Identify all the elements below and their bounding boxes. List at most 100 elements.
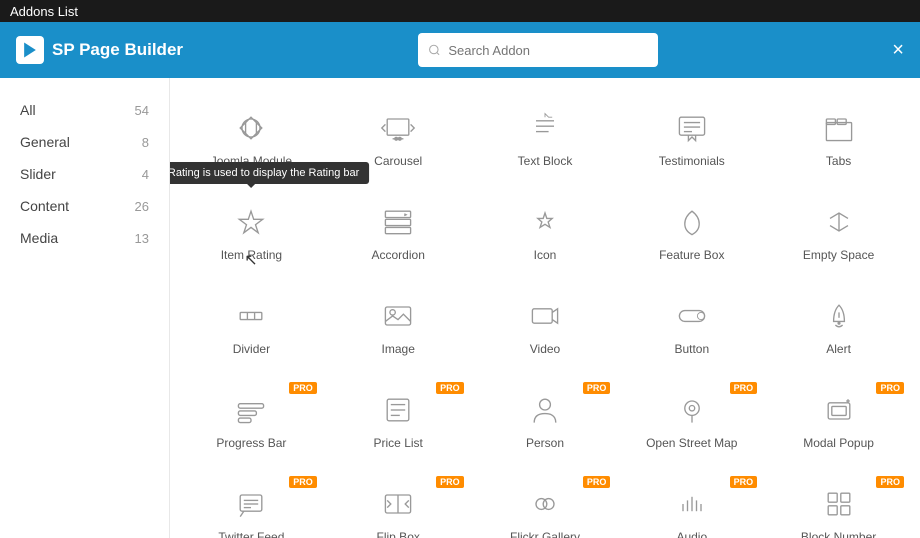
logo-area: SP Page Builder: [16, 36, 183, 64]
logo-icon: [16, 36, 44, 64]
addon-modal-popup-label: Modal Popup: [803, 436, 874, 452]
addon-video-label: Video: [530, 342, 560, 358]
addon-tabs-label: Tabs: [826, 154, 851, 170]
addon-icon[interactable]: Icon: [474, 188, 617, 278]
text-block-icon: [525, 108, 565, 148]
logo-text: SP Page Builder: [52, 40, 183, 60]
addon-block-number[interactable]: PRO Block Number: [767, 470, 910, 538]
tabs-icon: [819, 108, 859, 148]
addon-image-label: Image: [382, 342, 415, 358]
block-number-icon: [819, 484, 859, 524]
search-box[interactable]: [418, 33, 658, 67]
addon-text-block[interactable]: Text Block: [474, 94, 617, 184]
pro-badge: PRO: [436, 476, 464, 488]
pro-badge: PRO: [583, 476, 611, 488]
addon-divider-label: Divider: [233, 342, 270, 358]
joomla-module-icon: [231, 108, 271, 148]
addon-item-rating[interactable]: Item Rating is used to display the Ratin…: [180, 188, 323, 278]
carousel-icon: [378, 108, 418, 148]
addon-flip-box-label: Flip Box: [377, 530, 420, 538]
addon-flickr-gallery-label: Flickr Gallery: [510, 530, 580, 538]
pro-badge: PRO: [289, 476, 317, 488]
item-rating-icon: [231, 202, 271, 242]
addon-progress-bar[interactable]: PRO Progress Bar: [180, 376, 323, 466]
addon-button[interactable]: Button: [620, 282, 763, 372]
addon-twitter-feed-label: Twitter Feed: [218, 530, 284, 538]
empty-space-icon: [819, 202, 859, 242]
sidebar-item-all[interactable]: All 54: [0, 94, 169, 126]
price-list-icon: [378, 390, 418, 430]
flickr-gallery-icon: [525, 484, 565, 524]
sidebar-item-slider[interactable]: Slider 4: [0, 158, 169, 190]
person-icon: [525, 390, 565, 430]
addon-empty-space-label: Empty Space: [803, 248, 874, 264]
addon-flip-box[interactable]: PRO Flip Box: [327, 470, 470, 538]
pro-badge: PRO: [876, 476, 904, 488]
addon-audio[interactable]: PRO Audio: [620, 470, 763, 538]
sidebar-item-general[interactable]: General 8: [0, 126, 169, 158]
addon-carousel-label: Carousel: [374, 154, 422, 170]
sidebar-item-media[interactable]: Media 13: [0, 222, 169, 254]
modal-header: SP Page Builder ×: [0, 22, 920, 78]
feature-box-icon: [672, 202, 712, 242]
pro-badge: PRO: [730, 382, 758, 394]
addon-accordion-label: Accordion: [372, 248, 425, 264]
image-icon: [378, 296, 418, 336]
addon-block-number-label: Block Number: [801, 530, 876, 538]
pro-badge: PRO: [876, 382, 904, 394]
addon-text-block-label: Text Block: [518, 154, 573, 170]
pro-badge: PRO: [436, 382, 464, 394]
addon-price-list[interactable]: PRO Price List: [327, 376, 470, 466]
modal: SP Page Builder × All 54 General 8 Slide…: [0, 22, 920, 538]
addon-testimonials-label: Testimonials: [659, 154, 725, 170]
close-button[interactable]: ×: [892, 40, 904, 60]
addon-progress-bar-label: Progress Bar: [216, 436, 286, 452]
item-rating-tooltip: Item Rating is used to display the Ratin…: [170, 162, 369, 184]
flip-box-icon: [378, 484, 418, 524]
addon-price-list-label: Price List: [374, 436, 423, 452]
sp-logo-icon: [20, 40, 40, 60]
progress-bar-icon: [231, 390, 271, 430]
addon-feature-box[interactable]: Feature Box: [620, 188, 763, 278]
sidebar: All 54 General 8 Slider 4 Content 26 Med…: [0, 78, 170, 538]
addon-flickr-gallery[interactable]: PRO Flickr Gallery: [474, 470, 617, 538]
addon-tabs[interactable]: Tabs: [767, 94, 910, 184]
addon-audio-label: Audio: [676, 530, 707, 538]
addons-grid: Joomla Module Carousel: [170, 78, 920, 538]
addon-open-street-map[interactable]: PRO Open Street Map: [620, 376, 763, 466]
addon-modal-popup[interactable]: PRO Modal Popup: [767, 376, 910, 466]
audio-icon: [672, 484, 712, 524]
addon-icon-label: Icon: [534, 248, 557, 264]
accordion-icon: [378, 202, 418, 242]
title-bar: Addons List: [0, 0, 920, 22]
addon-person[interactable]: PRO Person: [474, 376, 617, 466]
addon-alert[interactable]: Alert: [767, 282, 910, 372]
addon-accordion[interactable]: Accordion: [327, 188, 470, 278]
addon-feature-box-label: Feature Box: [659, 248, 724, 264]
sidebar-item-content[interactable]: Content 26: [0, 190, 169, 222]
search-input[interactable]: [448, 43, 647, 58]
pro-badge: PRO: [583, 382, 611, 394]
open-street-map-icon: [672, 390, 712, 430]
title-bar-text: Addons List: [10, 4, 78, 19]
addon-open-street-map-label: Open Street Map: [646, 436, 737, 452]
addon-divider[interactable]: Divider: [180, 282, 323, 372]
twitter-feed-icon: [231, 484, 271, 524]
button-icon: [672, 296, 712, 336]
modal-popup-icon: [819, 390, 859, 430]
addon-alert-label: Alert: [826, 342, 851, 358]
pro-badge: PRO: [730, 476, 758, 488]
alert-icon: [819, 296, 859, 336]
divider-icon: [231, 296, 271, 336]
addon-empty-space[interactable]: Empty Space: [767, 188, 910, 278]
addon-video[interactable]: Video: [474, 282, 617, 372]
search-icon: [428, 43, 441, 57]
cursor: ↖: [244, 250, 257, 270]
addon-button-label: Button: [674, 342, 709, 358]
testimonials-icon: [672, 108, 712, 148]
addon-person-label: Person: [526, 436, 564, 452]
addon-image[interactable]: Image: [327, 282, 470, 372]
addon-testimonials[interactable]: Testimonials: [620, 94, 763, 184]
video-icon: [525, 296, 565, 336]
addon-twitter-feed[interactable]: PRO Twitter Feed: [180, 470, 323, 538]
